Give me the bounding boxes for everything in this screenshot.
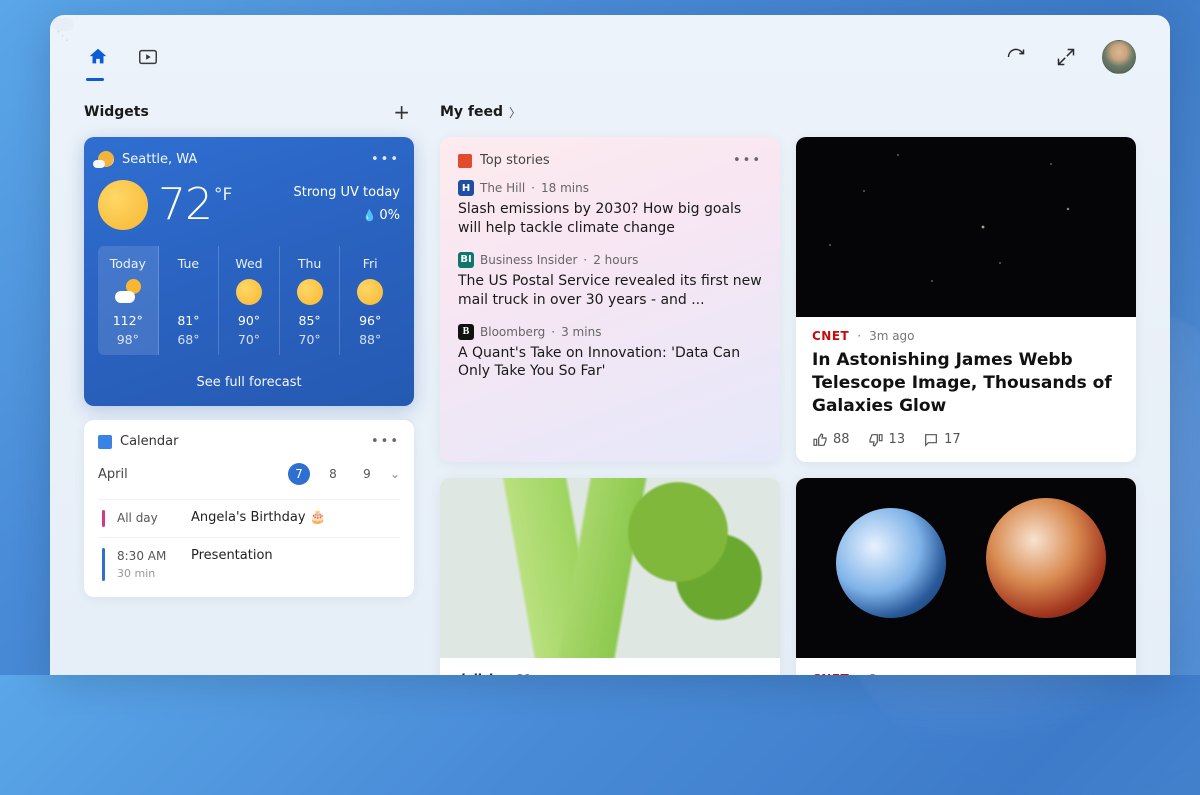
my-feed-heading[interactable]: My feed <box>440 104 503 120</box>
add-widget-button[interactable]: + <box>389 100 414 124</box>
article-title: In Astonishing James Webb Telescope Imag… <box>812 349 1120 418</box>
top-bar <box>84 35 1136 79</box>
article-image <box>440 478 780 658</box>
forecast-day[interactable]: Tue81°68° <box>159 246 220 355</box>
calendar-event[interactable]: All dayAngela's Birthday 🎂 <box>98 499 400 537</box>
weather-temp: 72 <box>158 179 212 230</box>
article-image <box>796 478 1136 658</box>
calendar-title: Calendar <box>120 434 178 449</box>
weather-icon <box>98 151 114 167</box>
top-stories-more-icon[interactable]: ••• <box>733 153 762 168</box>
forecast-day[interactable]: Thu85°70° <box>280 246 341 355</box>
article-card-delish[interactable]: delish · 21m ago <box>440 478 780 675</box>
calendar-events: All dayAngela's Birthday 🎂8:30 AM30 minP… <box>98 499 400 591</box>
expand-button[interactable] <box>1052 43 1080 71</box>
calendar-icon <box>98 435 112 449</box>
calendar-more-icon[interactable]: ••• <box>371 434 400 449</box>
refresh-button[interactable] <box>1002 43 1030 71</box>
top-story-item[interactable]: BIBusiness Insider·2 hoursThe US Postal … <box>458 252 762 310</box>
forecast-row: Today112°98°Tue81°68°Wed90°70°Thu85°70°F… <box>98 246 400 355</box>
calendar-widget[interactable]: Calendar ••• April 789 ⌄ All dayAngela's … <box>84 420 414 597</box>
see-full-forecast-link[interactable]: See full forecast <box>98 369 400 396</box>
comments-button[interactable]: 17 <box>923 432 961 448</box>
weather-more-icon[interactable]: ••• <box>371 152 400 167</box>
calendar-day-picker: 789 ⌄ <box>288 463 400 485</box>
calendar-day[interactable]: 7 <box>288 463 310 485</box>
top-stories-label: Top stories <box>480 153 550 168</box>
forecast-day[interactable]: Wed90°70° <box>219 246 280 355</box>
article-card-planets[interactable]: CNET · 3m ago <box>796 478 1136 675</box>
calendar-day[interactable]: 9 <box>356 463 378 485</box>
top-story-item[interactable]: HThe Hill·18 minsSlash emissions by 2030… <box>458 180 762 238</box>
chevron-down-icon[interactable]: ⌄ <box>390 467 400 481</box>
home-tab[interactable] <box>84 43 112 71</box>
weather-condition: Strong UV today <box>294 182 401 204</box>
widgets-panel: Widgets + Seattle, WA ••• 72°F Strong UV… <box>50 15 1170 675</box>
videos-tab[interactable] <box>134 43 162 71</box>
sun-icon <box>98 180 148 230</box>
top-story-item[interactable]: BBloomberg·3 minsA Quant's Take on Innov… <box>458 324 762 382</box>
weather-widget[interactable]: Seattle, WA ••• 72°F Strong UV today 0% … <box>84 137 414 406</box>
user-avatar[interactable] <box>1102 40 1136 74</box>
article-age: 3m ago <box>869 329 914 343</box>
article-brand: CNET <box>812 329 849 343</box>
weather-precip: 0% <box>294 205 401 227</box>
article-image <box>796 137 1136 317</box>
forecast-day[interactable]: Fri96°88° <box>340 246 400 355</box>
top-stories-card[interactable]: Top stories ••• HThe Hill·18 minsSlash e… <box>440 137 780 462</box>
chevron-right-icon[interactable]: 〉 <box>509 104 521 121</box>
calendar-day[interactable]: 8 <box>322 463 344 485</box>
calendar-month: April <box>98 467 128 482</box>
widgets-heading: Widgets <box>84 104 149 120</box>
forecast-day[interactable]: Today112°98° <box>98 246 159 355</box>
weather-unit: °F <box>214 185 232 205</box>
like-button[interactable]: 88 <box>812 432 850 448</box>
weather-location: Seattle, WA <box>122 152 197 167</box>
calendar-event[interactable]: 8:30 AM30 minPresentation <box>98 537 400 592</box>
top-stories-icon <box>458 154 472 168</box>
article-card-webb[interactable]: CNET · 3m ago In Astonishing James Webb … <box>796 137 1136 462</box>
dislike-button[interactable]: 13 <box>868 432 906 448</box>
